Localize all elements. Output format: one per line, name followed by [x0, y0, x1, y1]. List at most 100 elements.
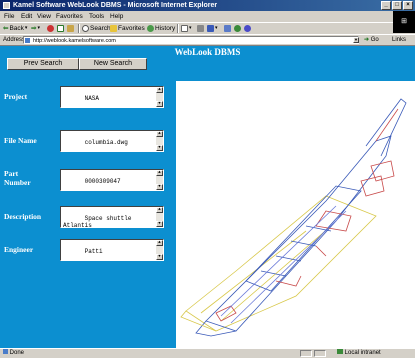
search-form-panel: Prev Search New Search Project NASA ▲ ▼ F…	[0, 55, 176, 348]
messenger-icon	[234, 25, 241, 32]
window-title-bar[interactable]: Kamel Software WebLook DBMS - Microsoft …	[0, 0, 415, 11]
maximize-button[interactable]: □	[392, 1, 402, 10]
engineer-field[interactable]: Patti ▲ ▼	[60, 239, 164, 261]
menu-bar: File Edit View Favorites Tools Help	[0, 11, 415, 22]
part-number-field[interactable]: 0000309047 ▲ ▼	[60, 169, 164, 191]
go-arrow-icon: ➜	[364, 37, 370, 43]
page-content: WebLook DBMS Prev Search New Search Proj…	[0, 46, 415, 348]
links-button[interactable]: Links	[392, 35, 406, 45]
edit-button[interactable]: ▾	[207, 23, 218, 34]
scroll-down-icon[interactable]: ▼	[156, 101, 163, 107]
scroll-up-icon[interactable]: ▲	[156, 87, 163, 93]
stop-button[interactable]	[47, 23, 55, 34]
dropdown-icon: ▾	[215, 25, 218, 31]
scroll-down-icon[interactable]: ▼	[156, 254, 163, 260]
people-button[interactable]	[244, 23, 252, 34]
forward-arrow-icon: ⇒	[31, 25, 37, 32]
history-button[interactable]: History	[147, 23, 175, 34]
security-zone: Local intranet	[337, 349, 381, 358]
print-button[interactable]	[197, 23, 205, 34]
minimize-button[interactable]: _	[381, 1, 391, 10]
project-field[interactable]: NASA ▲ ▼	[60, 86, 164, 108]
home-button[interactable]	[67, 23, 75, 34]
description-value: Space shuttle Atlantis	[63, 215, 132, 228]
description-scrollbar[interactable]: ▲ ▼	[156, 207, 163, 227]
favorites-icon	[110, 25, 117, 32]
address-url: http://weblook.kamelsoftware.com	[33, 38, 116, 44]
file-name-value: columbia.dwg	[84, 139, 128, 146]
engineer-label: Engineer	[4, 245, 34, 254]
menu-file[interactable]: File	[4, 11, 14, 22]
address-label: Address	[3, 37, 26, 43]
scroll-up-icon[interactable]: ▲	[156, 240, 163, 246]
discuss-icon	[224, 25, 231, 32]
part-number-scrollbar[interactable]: ▲ ▼	[156, 170, 163, 190]
engine-pods	[360, 160, 395, 197]
toolbar-separator	[78, 24, 80, 33]
menu-view[interactable]: View	[37, 11, 51, 22]
address-dropdown-button[interactable]: ▼	[353, 37, 359, 43]
ie-app-icon[interactable]	[3, 2, 10, 9]
back-label: Back	[9, 25, 24, 32]
windows-logo-icon: ⊞	[393, 11, 415, 33]
stop-icon	[47, 25, 54, 32]
history-icon	[147, 25, 154, 32]
back-arrow-icon: ⇐	[3, 25, 9, 32]
zone-label: Local intranet	[344, 350, 381, 356]
engineer-scrollbar[interactable]: ▲ ▼	[156, 240, 163, 260]
discuss-button[interactable]	[224, 23, 232, 34]
people-icon	[244, 25, 251, 32]
scroll-down-icon[interactable]: ▼	[156, 184, 163, 190]
description-field[interactable]: Space shuttle Atlantis ▲ ▼	[60, 206, 164, 228]
vertical-tail	[365, 98, 407, 157]
mail-icon	[181, 25, 188, 32]
toolbar-separator	[177, 24, 179, 33]
file-name-scrollbar[interactable]: ▲ ▼	[156, 131, 163, 151]
status-bar: Done Local intranet	[0, 348, 415, 358]
messenger-button[interactable]	[234, 23, 242, 34]
ie-page-icon	[3, 349, 8, 354]
menu-tools[interactable]: Tools	[89, 11, 104, 22]
scroll-up-icon[interactable]: ▲	[156, 170, 163, 176]
forward-button[interactable]: ⇒ ▾	[31, 23, 40, 34]
scroll-down-icon[interactable]: ▼	[156, 221, 163, 227]
go-button[interactable]: ➜ Go	[364, 35, 379, 45]
mail-button[interactable]: ▾	[181, 23, 192, 34]
search-label: Search	[90, 25, 111, 32]
new-search-button[interactable]: New Search	[79, 58, 147, 70]
prev-search-button[interactable]: Prev Search	[7, 58, 79, 70]
address-input[interactable]: http://weblook.kamelsoftware.com	[23, 36, 359, 44]
part-number-value: 0000309047	[84, 178, 121, 185]
dropdown-icon: ▾	[189, 25, 192, 31]
file-name-field[interactable]: columbia.dwg ▲ ▼	[60, 130, 164, 152]
window-title: Kamel Software WebLook DBMS - Microsoft …	[13, 2, 218, 9]
history-label: History	[155, 25, 176, 32]
project-value: NASA	[84, 95, 100, 102]
engineer-value: Patti	[84, 248, 103, 255]
scroll-down-icon[interactable]: ▼	[156, 145, 163, 151]
address-bar: Address http://weblook.kamelsoftware.com…	[0, 34, 415, 46]
project-scrollbar[interactable]: ▲ ▼	[156, 87, 163, 107]
scroll-up-icon[interactable]: ▲	[156, 207, 163, 213]
dropdown-icon: ▾	[37, 25, 40, 31]
cad-drawing-area	[176, 81, 415, 348]
wing-outline	[185, 195, 377, 332]
status-text: Done	[3, 349, 24, 358]
scroll-up-icon[interactable]: ▲	[156, 131, 163, 137]
part-number-label: Part Number	[4, 169, 31, 187]
back-button[interactable]: ⇐ Back ▾	[3, 23, 27, 34]
menu-favorites[interactable]: Favorites	[56, 11, 83, 22]
tail-detail	[375, 108, 399, 142]
search-button[interactable]: Search	[82, 23, 111, 34]
menu-edit[interactable]: Edit	[21, 11, 32, 22]
intranet-icon	[337, 349, 343, 354]
search-icon	[82, 25, 89, 32]
refresh-button[interactable]	[57, 23, 65, 34]
file-name-label: File Name	[4, 136, 37, 145]
favorites-button[interactable]: Favorites	[110, 23, 145, 34]
print-icon	[197, 25, 204, 32]
close-button[interactable]: ×	[403, 1, 413, 10]
menu-help[interactable]: Help	[110, 11, 123, 22]
window-controls: _ □ ×	[381, 1, 413, 10]
refresh-icon	[57, 25, 64, 32]
